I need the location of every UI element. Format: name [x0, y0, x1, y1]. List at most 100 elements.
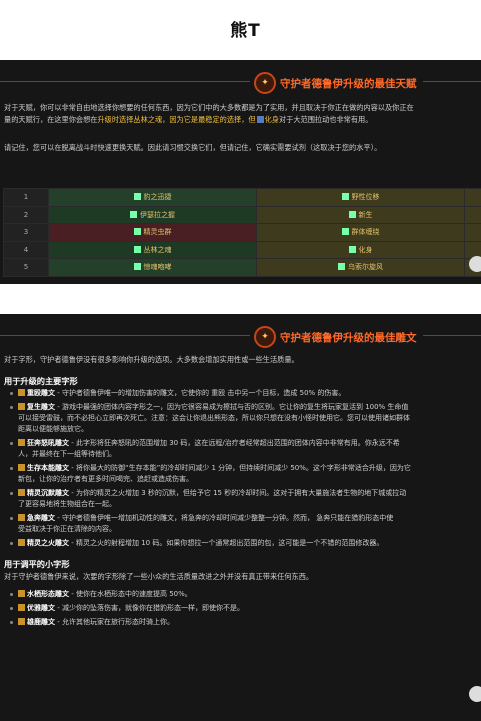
talent-icon: [338, 263, 345, 271]
glyph-name[interactable]: 生存本能雕文: [27, 464, 69, 472]
glyph-desc: - 游戏中最强的团体内容字形之一，因为它很容易成为擦拭与否的区别。它让你的复生将…: [55, 403, 409, 411]
glyph-desc: - 此字形将狂奔怒吼的范围增加 30 码，这在远程/治疗者经常超出范围的团体内容…: [69, 439, 400, 447]
intro-text: 量的天赋行，在这里你会想在: [4, 115, 98, 124]
chat-bubble-icon[interactable]: [469, 256, 481, 272]
talent-cell[interactable]: 群体缠绕: [256, 223, 465, 242]
talent-cell[interactable]: 豹之迅捷: [48, 188, 257, 207]
talent-icon: [348, 210, 356, 218]
glyph-desc-2: 新包，让你的治疗者有更多时间喝完、追赶或造成伤害。: [18, 475, 193, 483]
glyphs-panel: ✦ 守护者德鲁伊升级的最佳雕文 对于字形，守护者德鲁伊没有很多影响你升级的选项。…: [0, 314, 481, 721]
list-item: 优雅雕文 - 减少你的坠落伤害，就像你在猎豹形态一样，即使你不是。: [10, 603, 481, 614]
talents-title: 守护者德鲁伊升级的最佳天赋: [280, 77, 417, 90]
major-heading: 用于升级的主要字形: [4, 376, 78, 386]
talent-name: 惊魂咆哮: [143, 263, 172, 272]
intro-text-end: 对于大范围拉动也非常有用。: [278, 115, 373, 124]
glyphs-title-wrap: ✦ 守护者德鲁伊升级的最佳雕文: [250, 326, 423, 348]
talent-cell-extra: [464, 223, 481, 242]
row-number: 5: [3, 258, 49, 277]
table-row: 2 伊瑟拉之握 新生: [3, 205, 481, 224]
table-row: 4 丛林之魂 化身: [3, 240, 481, 259]
talent-name: 化身: [358, 245, 373, 254]
list-item: 精灵之火雕文 - 精灵之火的射程增加 10 码。如果你想拉一个通常超出范围的包，…: [10, 538, 481, 549]
chat-bubble-icon[interactable]: [469, 686, 481, 702]
minor-heading: 用于调平的小字形: [4, 559, 70, 569]
row-number: 4: [3, 240, 49, 259]
talents-title-wrap: ✦ 守护者德鲁伊升级的最佳天赋: [250, 72, 423, 94]
glyph-name[interactable]: 狂奔怒吼雕文: [27, 439, 69, 447]
glyph-name[interactable]: 精灵沉默雕文: [27, 489, 69, 497]
talent-name: 新生: [358, 210, 373, 219]
incarnation-link[interactable]: 化身: [265, 115, 279, 124]
glyph-desc-2: 人，并最终在下一组等待他们。: [18, 450, 116, 458]
glyph-icon: [18, 403, 25, 410]
talent-name: 丛林之魂: [143, 245, 172, 254]
minor-glyph-list: 水栖形态雕文 - 使你在水栖形态中的速度提高 50%。 优雅雕文 - 减少你的坠…: [0, 589, 481, 628]
glyph-name[interactable]: 水栖形态雕文: [27, 590, 69, 598]
glyph-name[interactable]: 优雅雕文: [27, 604, 55, 612]
talents-intro-2: 量的天赋行，在这里你会想在升级时选择丛林之魂，因为它是最稳定的选择，但 化身对于大…: [0, 114, 481, 126]
glyph-desc: - 允许其他玩家在旅行形态时骑上你。: [55, 618, 174, 626]
talent-cell[interactable]: 野性位移: [256, 188, 465, 207]
table-row: 1 豹之迅捷 野性位移: [3, 188, 481, 207]
talent-cell[interactable]: 化身: [256, 240, 465, 259]
talent-cell[interactable]: 惊魂咆哮: [48, 258, 257, 277]
talent-icon: [133, 228, 141, 236]
glyph-desc-3: 距离以便能够施放它。: [18, 425, 88, 433]
glyph-desc: - 为你的精灵之火增加 3 秒的沉默，但给予它 15 秒的冷却时间。这对于拥有大…: [69, 489, 407, 497]
glyph-desc: - 减少你的坠落伤害，就像你在猎豹形态一样，即使你不是。: [55, 604, 244, 612]
talent-name: 豹之迅捷: [143, 193, 172, 202]
glyph-name[interactable]: 复生雕文: [27, 403, 55, 411]
glyph-desc-2: 了更容易地将生物组合在一起。: [18, 500, 116, 508]
glyph-desc: - 将你最大的防御“生存本能”的冷却时间减少 1 分钟，但持续时间减少 50%。…: [69, 464, 411, 472]
talent-cell-extra: [464, 188, 481, 207]
list-item: 水栖形态雕文 - 使你在水栖形态中的速度提高 50%。: [10, 589, 481, 600]
talent-icon: [130, 210, 137, 218]
glyph-name[interactable]: 雄鹿雕文: [27, 618, 55, 626]
talent-icon: [341, 228, 349, 236]
list-item: 复生雕文 - 游戏中最强的团体内容字形之一，因为它很容易成为擦拭与否的区别。它让…: [10, 402, 481, 435]
talent-cell[interactable]: 伊瑟拉之握: [48, 205, 257, 224]
glyph-desc-2: 受益取决于你正在清除的内容。: [18, 525, 116, 533]
site-brand: 熊T: [0, 8, 481, 48]
talent-icon: [133, 245, 141, 253]
glyph-icon: [18, 389, 25, 396]
list-item: 精灵沉默雕文 - 为你的精灵之火增加 3 秒的沉默，但给予它 15 秒的冷却时间…: [10, 488, 481, 510]
glyph-icon: [18, 464, 25, 471]
talent-cell[interactable]: 乌索尔旋风: [256, 258, 465, 277]
list-item: 急奔雕文 - 守护者德鲁伊唯一增加机动性的雕文，将急奔的冷却时间减少整整一分钟。…: [10, 513, 481, 535]
glyph-icon: [18, 604, 25, 611]
druid-emblem-icon: ✦: [254, 72, 276, 94]
talent-icon: [133, 263, 141, 271]
glyph-name[interactable]: 重殴雕文: [27, 389, 55, 397]
list-item: 生存本能雕文 - 将你最大的防御“生存本能”的冷却时间减少 1 分钟，但持续时间…: [10, 463, 481, 485]
list-item: 雄鹿雕文 - 允许其他玩家在旅行形态时骑上你。: [10, 617, 481, 628]
talent-cell-extra: [464, 205, 481, 224]
talent-cell[interactable]: 丛林之魂: [48, 240, 257, 259]
talent-name: 乌索尔旋风: [348, 263, 383, 272]
talents-panel: ✦ 守护者德鲁伊升级的最佳天赋 对于天赋，你可以非常自由地选择你想要的任何东西，…: [0, 60, 481, 284]
table-row: 3 精灵虫群 群体缠绕: [3, 223, 481, 242]
table-row: 5 惊魂咆哮 乌索尔旋风: [3, 258, 481, 277]
glyph-desc-2: 可以接受雷鼓，而不必担心立即再次死亡。注意：这会让你退出熊形态，所以你只想在没有…: [18, 414, 410, 422]
row-number: 1: [3, 188, 49, 207]
glyph-icon: [18, 618, 25, 625]
talent-icon: [341, 193, 349, 201]
glyphs-title: 守护者德鲁伊升级的最佳雕文: [280, 331, 417, 344]
glyph-icon: [18, 514, 25, 521]
glyph-icon: [18, 590, 25, 597]
talent-name: 野性位移: [351, 193, 380, 202]
talent-icon: [348, 245, 356, 253]
row-number: 2: [3, 205, 49, 224]
talent-cell[interactable]: 精灵虫群: [48, 223, 257, 242]
major-glyph-list: 重殴雕文 - 守护者德鲁伊唯一的增加伤害的雕文，它使你的 重殴 击中另一个目标，…: [0, 388, 481, 549]
glyph-name[interactable]: 精灵之火雕文: [27, 539, 69, 547]
talent-name: 群体缠绕: [351, 228, 380, 237]
row-number: 3: [3, 223, 49, 242]
glyph-desc: - 精灵之火的射程增加 10 码。如果你想拉一个通常超出范围的包，这可能是一个不…: [69, 539, 384, 547]
talents-note: 请记住，您可以在脱离战斗时快速更换天赋。因此请习惯交换它们，但请记住，它确实需要…: [4, 143, 382, 152]
talent-icon: [133, 193, 141, 201]
list-item: 重殴雕文 - 守护者德鲁伊唯一的增加伤害的雕文，它使你的 重殴 击中另一个目标，…: [10, 388, 481, 399]
glyph-name[interactable]: 急奔雕文: [27, 514, 55, 522]
talent-cell[interactable]: 新生: [256, 205, 465, 224]
minor-intro: 对于守护者德鲁伊来说，次要的字形除了一些小众的生活质量改进之外并没有真正带来任何…: [4, 572, 314, 581]
